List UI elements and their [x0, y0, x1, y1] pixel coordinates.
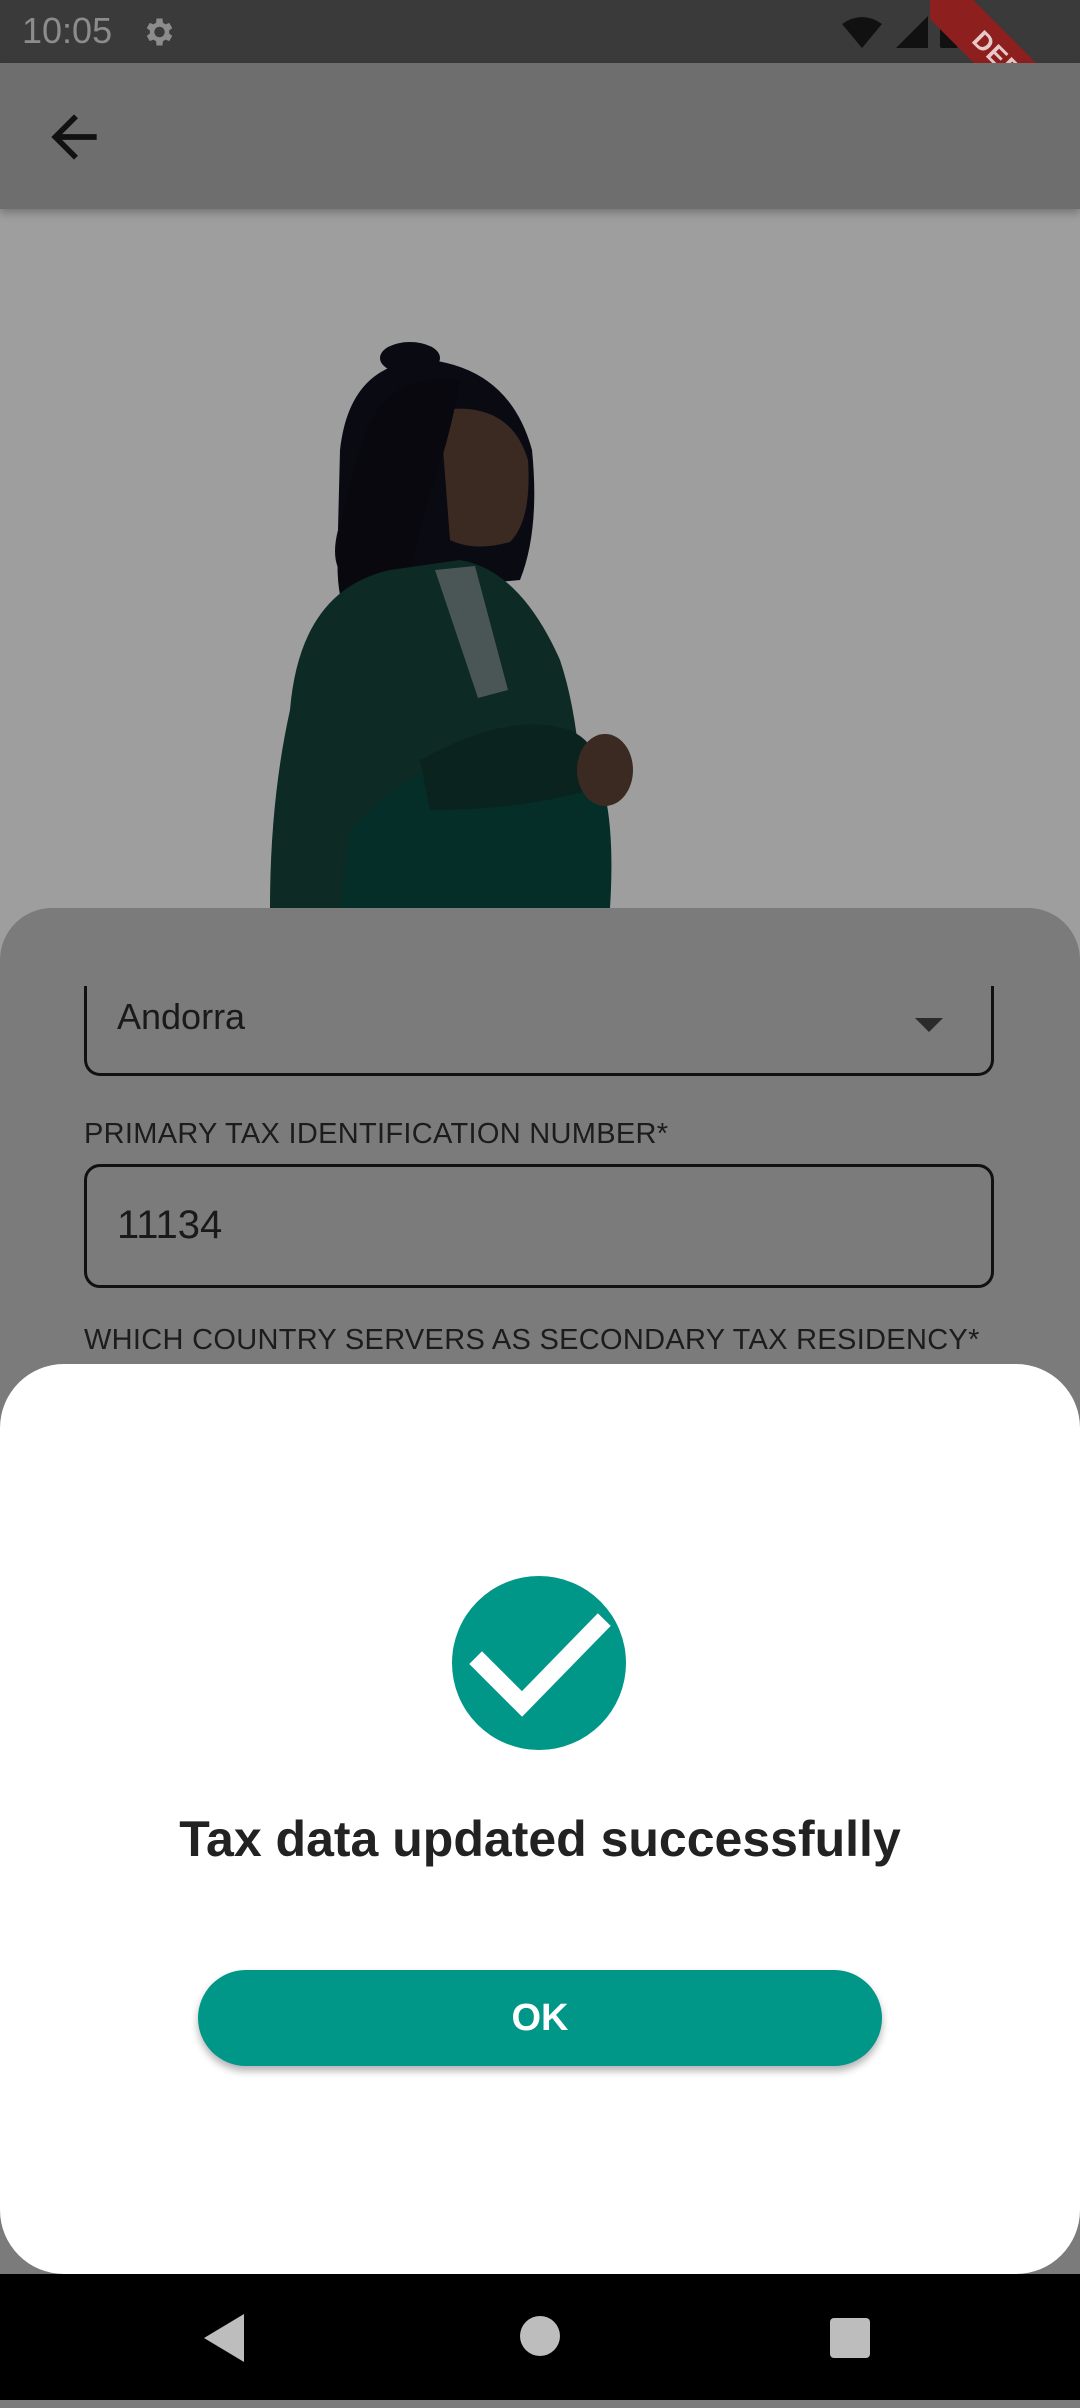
sad-person-illustration — [270, 342, 633, 908]
secondary-country-label: WHICH COUNTRY SERVERS AS SECONDARY TAX R… — [84, 1324, 980, 1356]
battery-icon — [940, 18, 958, 48]
status-icons — [842, 16, 958, 48]
dropdown-caret-icon — [915, 1018, 943, 1032]
nav-recents-icon[interactable] — [830, 2318, 870, 2358]
primary-country-value: Andorra — [117, 996, 246, 1037]
primary-tin-value: 11134 — [117, 1203, 223, 1247]
primary-tin-label: PRIMARY TAX IDENTIFICATION NUMBER* — [84, 1118, 669, 1150]
check-icon — [469, 1613, 611, 1717]
primary-tin-input[interactable]: 11134 — [84, 1164, 994, 1288]
signal-icon — [896, 16, 928, 48]
primary-country-dropdown[interactable]: Andorra — [84, 986, 994, 1076]
system-nav-bar — [0, 2274, 1080, 2400]
nav-back-icon[interactable] — [200, 2312, 248, 2364]
wifi-icon — [842, 17, 882, 48]
status-time: 10:05 — [22, 10, 113, 51]
back-arrow-icon[interactable] — [40, 103, 108, 171]
success-message: Tax data updated successfully — [179, 1811, 901, 1867]
app-bar — [0, 63, 1080, 209]
success-check-icon — [452, 1576, 626, 1750]
ok-button[interactable]: OK — [198, 1970, 882, 2066]
nav-home-icon[interactable] — [520, 2316, 560, 2356]
status-bar: 10:05 DEBUG — [0, 0, 1080, 150]
settings-icon — [146, 18, 173, 46]
success-bottom-sheet: Tax data updated successfully OK — [0, 1364, 1080, 2274]
